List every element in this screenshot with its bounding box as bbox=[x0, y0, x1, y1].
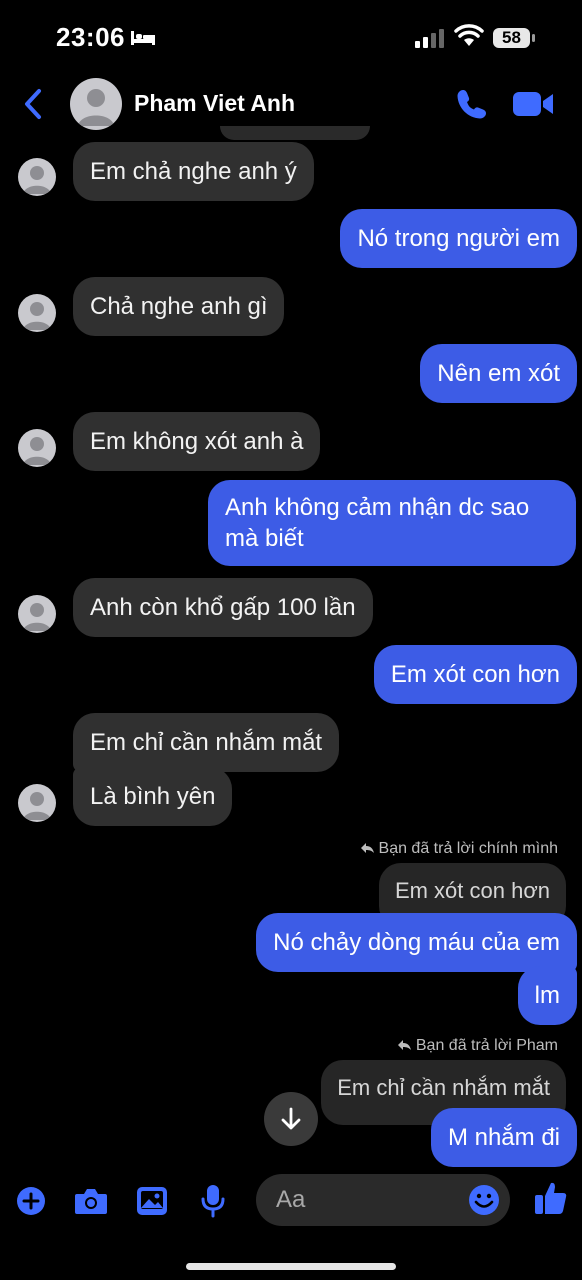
battery-percent: 58 bbox=[502, 28, 521, 47]
home-indicator bbox=[186, 1263, 396, 1270]
message-composer bbox=[0, 1166, 582, 1236]
reply-note-text: Bạn đã trả lời Pham bbox=[415, 1037, 558, 1054]
chat-screen: 23:06 58 Pham Viet Anh Em chả nghe anh ý… bbox=[0, 0, 582, 1280]
reply-note-text: Bạn đã trả lời chính mình bbox=[378, 840, 558, 857]
wifi-icon bbox=[454, 24, 484, 46]
plus-icon[interactable] bbox=[16, 1186, 46, 1216]
image-icon[interactable] bbox=[136, 1186, 168, 1216]
message-outgoing[interactable]: Nên em xót bbox=[420, 344, 577, 403]
reply-note: Bạn đã trả lời chính mình bbox=[360, 840, 558, 858]
message-incoming[interactable]: Em chỉ cần nhắm mắt bbox=[73, 713, 340, 772]
thumbs-up-icon[interactable] bbox=[534, 1180, 568, 1216]
arrow-down-icon bbox=[281, 1107, 301, 1130]
contact-avatar[interactable] bbox=[70, 78, 122, 130]
camera-icon[interactable] bbox=[74, 1187, 108, 1215]
sender-avatar[interactable] bbox=[18, 158, 56, 196]
sleep-focus-icon bbox=[131, 31, 155, 45]
message-outgoing[interactable]: Em xót con hơn bbox=[373, 645, 577, 704]
sender-avatar[interactable] bbox=[18, 784, 56, 822]
emoji-icon[interactable] bbox=[468, 1184, 500, 1216]
reply-icon bbox=[397, 1040, 411, 1050]
message-outgoing[interactable]: lm bbox=[517, 966, 577, 1025]
back-icon[interactable] bbox=[22, 88, 44, 120]
status-time: 23:06 bbox=[56, 22, 125, 52]
phone-icon[interactable] bbox=[456, 88, 488, 120]
message-outgoing[interactable]: M nhắm đi bbox=[430, 1108, 577, 1167]
message-line: Anh không cảm nhận dc sao bbox=[225, 494, 530, 521]
message-input[interactable] bbox=[276, 1174, 466, 1226]
message-outgoing-multiline[interactable]: Anh không cảm nhận dc sao mà biết bbox=[208, 480, 576, 566]
sender-avatar[interactable] bbox=[18, 429, 56, 467]
message-incoming[interactable]: Là bình yên bbox=[73, 767, 233, 826]
message-outgoing[interactable]: Nó trong người em bbox=[340, 209, 577, 268]
message-outgoing[interactable]: Nó chảy dòng máu của em bbox=[256, 913, 577, 972]
scroll-to-bottom-button[interactable] bbox=[264, 1092, 318, 1146]
message-incoming[interactable]: Anh còn khổ gấp 100 lần bbox=[73, 578, 373, 637]
reply-icon bbox=[360, 843, 374, 853]
message-line: mà biết bbox=[225, 525, 304, 552]
contact-name[interactable]: Pham Viet Anh bbox=[134, 90, 295, 117]
message-incoming[interactable]: Em không xót anh à bbox=[73, 412, 321, 471]
message-incoming[interactable]: Em chả nghe anh ý bbox=[73, 142, 314, 201]
message-incoming[interactable]: Chả nghe anh gì bbox=[73, 277, 285, 336]
mic-icon[interactable] bbox=[200, 1184, 226, 1218]
message-input-container bbox=[256, 1174, 510, 1226]
previous-message-edge bbox=[220, 126, 370, 140]
video-icon[interactable] bbox=[512, 90, 554, 118]
sender-avatar[interactable] bbox=[18, 294, 56, 332]
sender-avatar[interactable] bbox=[18, 595, 56, 633]
cellular-signal-icon bbox=[415, 29, 444, 48]
status-bar: 23:06 58 bbox=[0, 0, 582, 80]
reply-note: Bạn đã trả lời Pham bbox=[397, 1037, 558, 1055]
battery-indicator: 58 bbox=[492, 26, 536, 50]
